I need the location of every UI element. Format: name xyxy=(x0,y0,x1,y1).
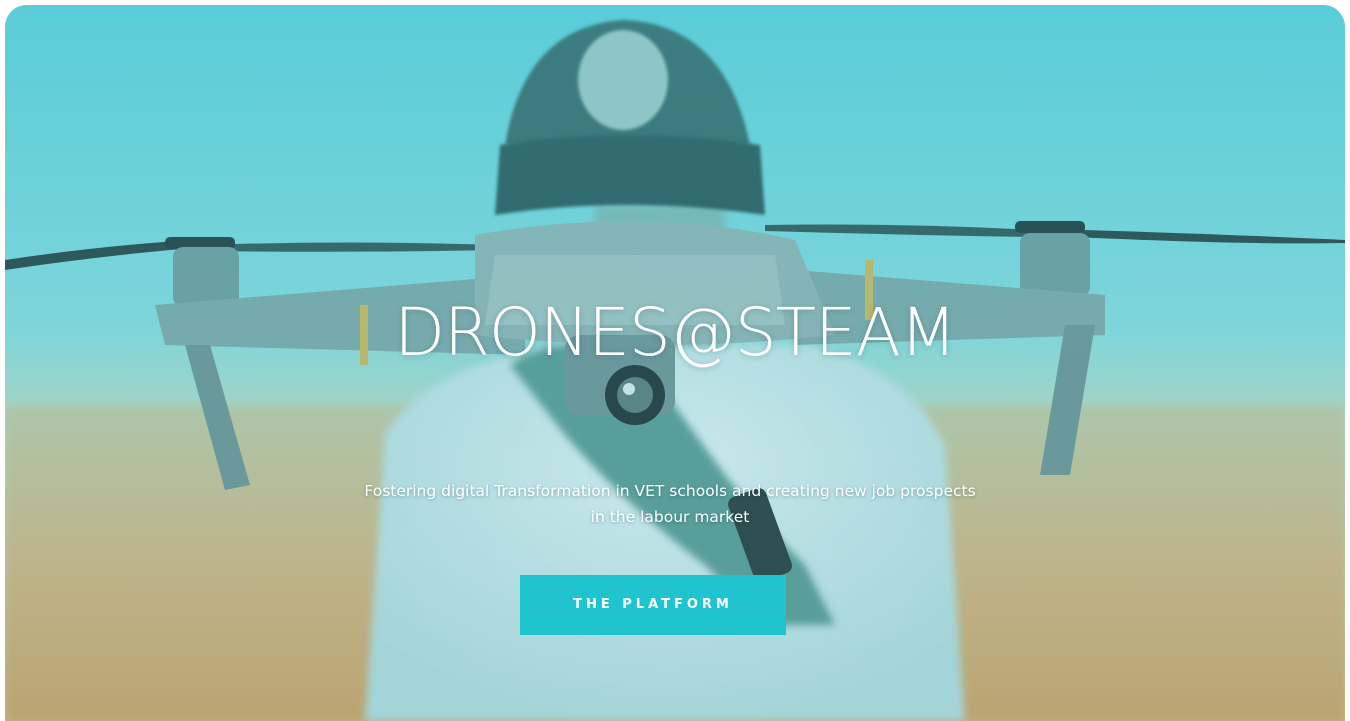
hero-subtitle: Fostering digital Transformation in VET … xyxy=(275,478,1065,530)
the-platform-button[interactable]: THE PLATFORM xyxy=(520,575,786,635)
hero-subtitle-line-1: Fostering digital Transformation in VET … xyxy=(364,482,976,500)
hero-title: DRONES@STEAM xyxy=(394,294,957,371)
hero-section: DRONES@STEAM Fostering digital Transform… xyxy=(5,5,1345,721)
hero-subtitle-line-2: in the labour market xyxy=(590,508,750,526)
